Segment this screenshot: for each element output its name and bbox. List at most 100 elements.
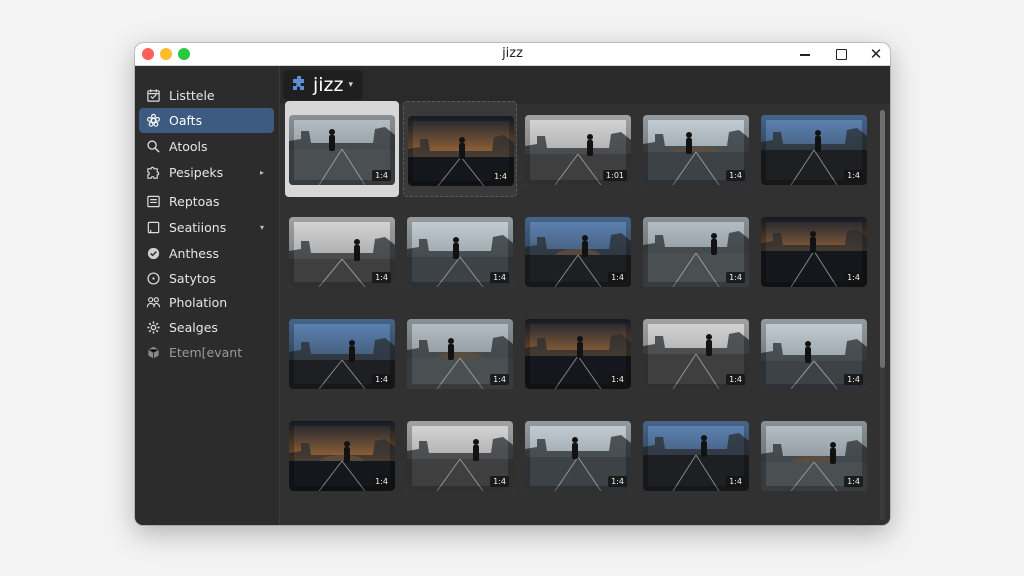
sidebar-item-label: Pholation [169, 294, 228, 310]
ratio-badge: 1:4 [372, 272, 391, 283]
photo-thumbnail[interactable]: 1:4 [643, 319, 749, 389]
sidebar-item-6[interactable]: Seatiions ▾ [139, 215, 274, 240]
thumbnail-cell[interactable]: 1:4 [521, 407, 635, 503]
maximize-button[interactable] [831, 44, 851, 64]
thumbnail-cell[interactable]: 1:4 [757, 203, 871, 299]
title-bar: jizz ✕ [135, 43, 890, 66]
sidebar-item-4[interactable]: Pesipeks ▸ [139, 160, 274, 185]
sidebar-item-1[interactable]: Listtele [139, 83, 274, 108]
folder-selector[interactable]: jizz ▾ [283, 70, 364, 100]
photo-thumbnail[interactable]: 1:4 [289, 217, 395, 287]
thumbnail-cell[interactable]: 1:4 [757, 305, 871, 401]
thumbnail-cell[interactable]: 1:4 [285, 203, 399, 299]
gear-icon [145, 319, 161, 335]
ratio-badge: 1:4 [491, 171, 510, 182]
sidebar-item-10[interactable]: Sealges [139, 315, 274, 340]
ratio-badge: 1:4 [490, 374, 509, 385]
folder-label: jizz [313, 74, 344, 96]
sidebar-item-5[interactable]: Reptoas [139, 189, 274, 214]
badge-icon [145, 245, 161, 261]
sidebar-item-7[interactable]: Anthess [139, 241, 274, 266]
chevron-down-icon: ▾ [348, 80, 354, 90]
circle-icon [145, 270, 161, 286]
chevron-icon[interactable]: ▾ [260, 223, 264, 232]
ratio-badge: 1:4 [844, 170, 863, 181]
sidebar-item-9[interactable]: Pholation [139, 290, 274, 315]
thumbnail-cell[interactable]: 1:4 [403, 407, 517, 503]
ratio-badge: 1:4 [372, 374, 391, 385]
ratio-badge: 1:4 [490, 272, 509, 283]
photo-thumbnail[interactable]: 1:4 [525, 421, 631, 491]
photo-thumbnail[interactable]: 1:4 [525, 217, 631, 287]
ratio-badge: 1:4 [844, 272, 863, 283]
scrollbar-track[interactable] [880, 110, 885, 520]
ratio-badge: 1:4 [608, 476, 627, 487]
sidebar-item-label: Satytos [169, 270, 216, 286]
sidebar-item-label: Reptoas [169, 193, 220, 209]
thumbnail-cell[interactable]: 1:4 [521, 203, 635, 299]
ratio-badge: 1:4 [608, 374, 627, 385]
calendar-icon [145, 87, 161, 103]
thumbnail-cell[interactable]: 1:4 [639, 407, 753, 503]
ratio-badge: 1:4 [372, 476, 391, 487]
square-icon [145, 219, 161, 235]
puzzle-icon [145, 164, 161, 180]
photo-thumbnail[interactable]: 1:4 [761, 115, 867, 185]
thumbnail-cell[interactable]: 1:4 [639, 203, 753, 299]
photo-thumbnail[interactable]: 1:4 [289, 421, 395, 491]
sidebar-item-label: Seatiions [169, 219, 227, 235]
thumbnail-cell[interactable]: 1:4 [403, 203, 517, 299]
thumbnail-cell[interactable]: 1:4 [285, 305, 399, 401]
minimize-button[interactable] [795, 44, 815, 64]
thumbnail-cell[interactable]: 1:4 [757, 101, 871, 197]
photo-thumbnail[interactable]: 1:4 [407, 217, 513, 287]
thumbnail-cell[interactable]: 1:4 [639, 101, 753, 197]
thumbnail-cell[interactable]: 1:4 [285, 101, 399, 197]
ratio-badge: 1:4 [372, 170, 391, 181]
photo-thumbnail[interactable]: 1:4 [643, 421, 749, 491]
thumbnail-cell[interactable]: 1:01 [521, 101, 635, 197]
thumbnail-cell[interactable]: 1:4 [639, 305, 753, 401]
ratio-badge: 1:4 [726, 272, 745, 283]
photo-thumbnail[interactable]: 1:4 [289, 115, 395, 185]
app-window: jizz ✕ Listtele Oafts Atools Pesipeks ▸ Repto… [135, 43, 890, 525]
chevron-icon[interactable]: ▸ [260, 168, 264, 177]
thumbnail-cell[interactable]: 1:4 [285, 407, 399, 503]
photo-thumbnail[interactable]: 1:4 [407, 421, 513, 491]
scrollbar-thumb[interactable] [880, 110, 885, 368]
sidebar-item-label: Pesipeks [169, 164, 224, 180]
ratio-badge: 1:4 [844, 374, 863, 385]
photo-thumbnail[interactable]: 1:4 [761, 421, 867, 491]
photo-thumbnail[interactable]: 1:4 [407, 319, 513, 389]
cube-icon [145, 344, 161, 360]
thumbnail-cell[interactable]: 1:4 [403, 101, 517, 197]
people-icon [145, 294, 161, 310]
photo-thumbnail[interactable]: 1:4 [289, 319, 395, 389]
ratio-badge: 1:4 [490, 476, 509, 487]
toolbar: jizz ▾ [280, 66, 890, 104]
ratio-badge: 1:4 [608, 272, 627, 283]
thumbnail-cell[interactable]: 1:4 [403, 305, 517, 401]
thumbnail-cell[interactable]: 1:4 [521, 305, 635, 401]
thumbnail-cell[interactable]: 1:4 [757, 407, 871, 503]
sidebar-item-3[interactable]: Atools [139, 134, 274, 159]
photo-thumbnail[interactable]: 1:4 [525, 319, 631, 389]
main-content: jizz ▾ 1:4 1:4 1:01 1:4 1:4 1:4 1:4 1:4 1:4 1:4 1:… [280, 66, 890, 525]
photo-thumbnail[interactable]: 1:4 [761, 217, 867, 287]
photo-thumbnail[interactable]: 1:4 [643, 115, 749, 185]
photo-thumbnail[interactable]: 1:4 [761, 319, 867, 389]
sidebar-item-label: Anthess [169, 245, 220, 261]
sidebar-item-label: Etem[evant [169, 344, 243, 360]
sidebar-item-label: Oafts [169, 112, 203, 128]
sidebar-item-11[interactable]: Etem[evant [139, 340, 274, 365]
puzzle-icon [291, 74, 313, 96]
photo-thumbnail[interactable]: 1:4 [408, 116, 514, 186]
sidebar-item-label: Listtele [169, 87, 215, 103]
photo-thumbnail[interactable]: 1:01 [525, 115, 631, 185]
sidebar-item-2[interactable]: Oafts [139, 107, 274, 133]
settings-flower-icon [145, 112, 161, 128]
photo-thumbnail[interactable]: 1:4 [643, 217, 749, 287]
close-button[interactable]: ✕ [866, 44, 886, 64]
sidebar-item-8[interactable]: Satytos [139, 266, 274, 291]
ratio-badge: 1:4 [844, 476, 863, 487]
